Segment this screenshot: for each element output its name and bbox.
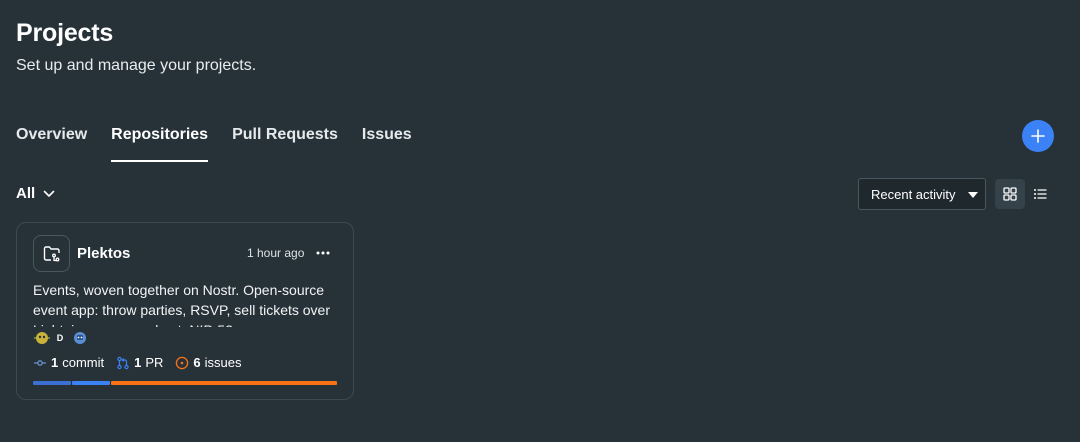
more-horizontal-icon <box>316 251 330 255</box>
avatar[interactable] <box>33 329 51 347</box>
contributor-avatars: D <box>33 329 87 347</box>
repo-icon-container <box>33 235 70 272</box>
sort-select[interactable]: Recent activity <box>858 178 986 210</box>
activity-segment-prs <box>71 381 110 385</box>
activity-segment-commits <box>33 381 71 385</box>
sort-value: Recent activity <box>871 186 956 202</box>
pull-request-icon <box>117 356 129 369</box>
tab-bar: Overview Repositories Pull Requests Issu… <box>16 126 412 162</box>
activity-progress-bar <box>33 381 337 385</box>
issues-count: 6 <box>193 355 201 370</box>
pull-requests-stat[interactable]: 1 PR <box>116 355 163 370</box>
more-options-button[interactable] <box>315 243 331 263</box>
issue-icon <box>176 356 189 369</box>
issues-stat[interactable]: 6 issues <box>175 355 242 370</box>
commits-count: 1 <box>51 355 59 370</box>
avatar[interactable] <box>71 329 89 347</box>
add-project-button[interactable] <box>1022 120 1054 152</box>
filter-dropdown[interactable]: All <box>16 185 55 202</box>
grid-view-icon <box>1003 187 1017 201</box>
repo-card[interactable]: Plektos 1 hour ago Events, woven togethe… <box>16 222 354 400</box>
prs-label: PR <box>145 355 164 370</box>
tab-issues[interactable]: Issues <box>362 126 412 162</box>
tab-overview[interactable]: Overview <box>16 126 87 162</box>
plus-icon <box>1031 129 1045 143</box>
commits-stat[interactable]: 1 commit <box>33 355 104 370</box>
robot-avatar-icon <box>74 332 86 344</box>
repo-stats: 1 commit 1 PR 6 issues <box>33 355 242 370</box>
prs-count: 1 <box>134 355 142 370</box>
repo-updated-time: 1 hour ago <box>247 246 305 260</box>
issues-label: issues <box>204 355 242 370</box>
filter-label: All <box>16 185 36 202</box>
list-view-icon <box>1034 189 1047 199</box>
tab-pull-requests[interactable]: Pull Requests <box>232 126 338 162</box>
page-title: Projects <box>16 19 114 47</box>
avatar-initial: D <box>56 333 64 343</box>
repo-name[interactable]: Plektos <box>77 245 130 262</box>
commit-icon <box>34 359 46 366</box>
avatar[interactable]: D <box>51 329 69 347</box>
grid-view-button[interactable] <box>995 179 1025 209</box>
robot-avatar-icon <box>34 332 50 344</box>
list-view-button[interactable] <box>1025 179 1055 209</box>
repo-description: Events, woven together on Nostr. Open-so… <box>33 282 330 327</box>
chevron-down-icon <box>43 190 55 197</box>
activity-segment-issues <box>110 381 337 385</box>
caret-down-icon <box>968 192 978 198</box>
view-toggle <box>995 179 1055 209</box>
commits-label: commit <box>62 355 105 370</box>
page-subtitle: Set up and manage your projects. <box>16 57 257 74</box>
folder-git-icon <box>43 245 60 261</box>
tab-repositories[interactable]: Repositories <box>111 126 208 162</box>
